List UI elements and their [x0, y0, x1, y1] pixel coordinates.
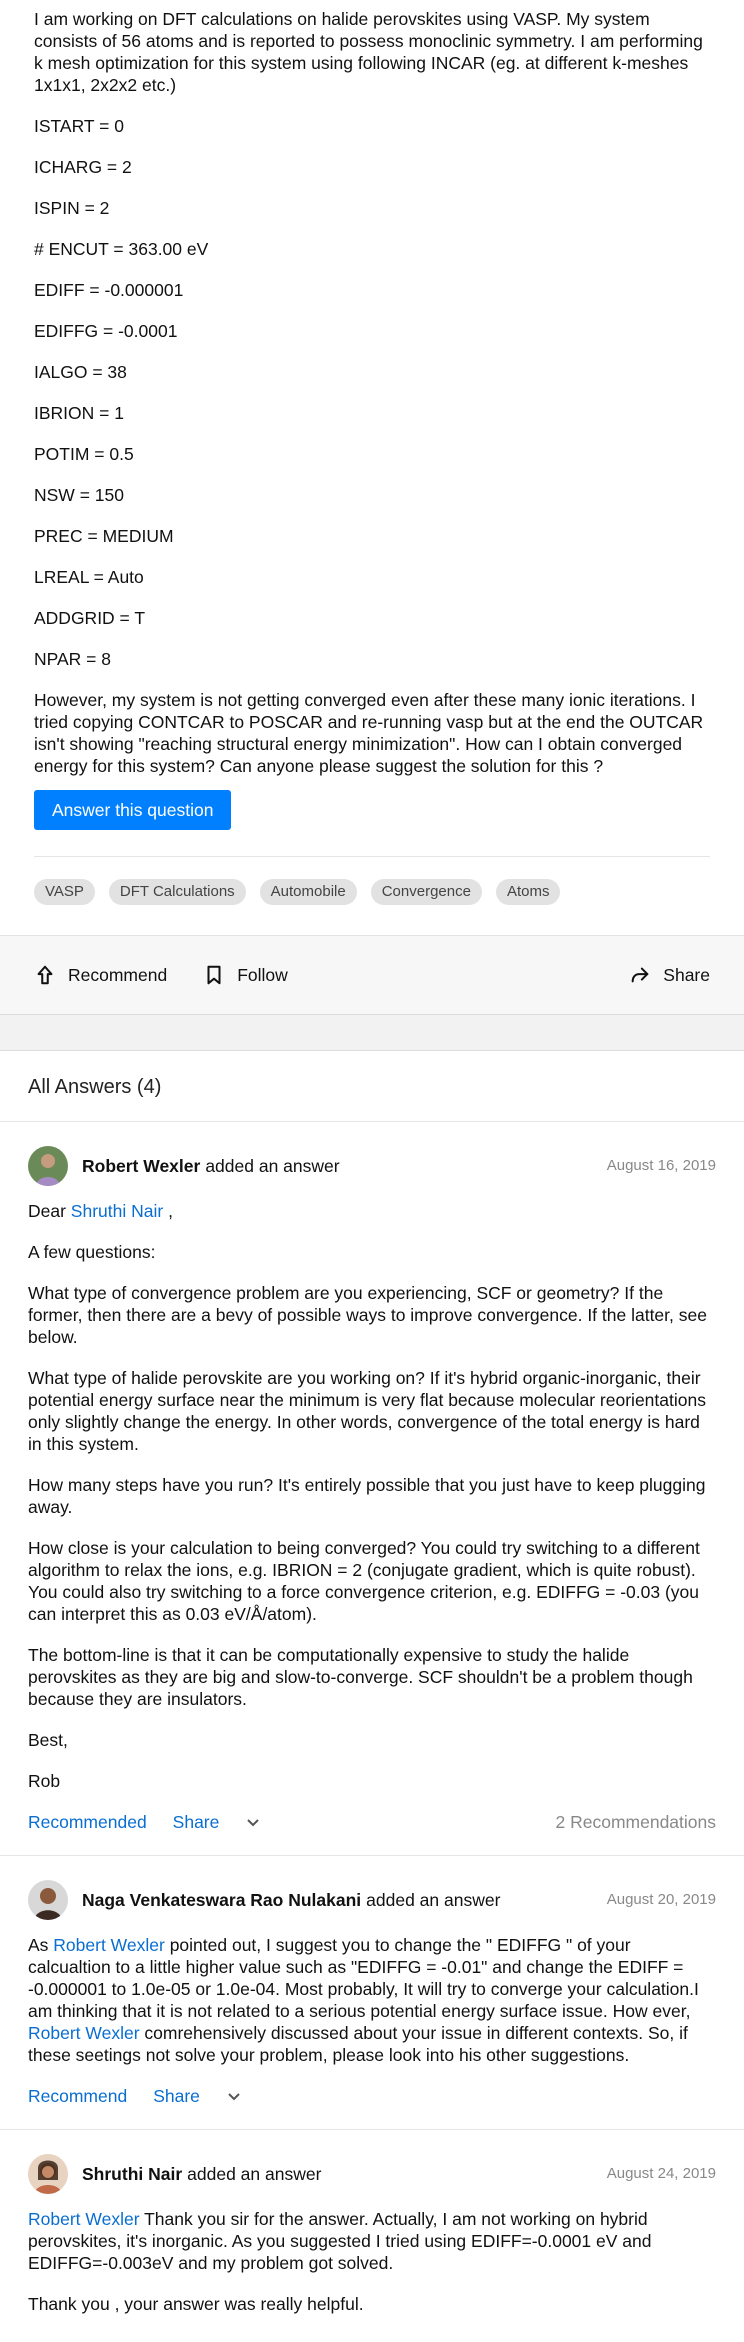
divider [34, 856, 710, 857]
answer-paragraph: The bottom-line is that it can be comput… [28, 1645, 693, 1709]
question-section: I am working on DFT calculations on hali… [0, 0, 744, 905]
answer-header: Robert Wexler added an answer August 16,… [28, 1146, 716, 1186]
topic-tag[interactable]: VASP [34, 879, 95, 905]
recommend-button[interactable]: Recommend [34, 964, 167, 986]
answer-paragraph: How many steps have you run? It's entire… [28, 1475, 706, 1517]
topic-tag[interactable]: Convergence [370, 879, 482, 905]
mention-link[interactable]: Robert Wexler [28, 2209, 140, 2229]
mention-link[interactable]: Robert Wexler [28, 2023, 140, 2043]
added-label: added an answer [366, 1890, 501, 1910]
mention-link[interactable]: Robert Wexler [53, 1935, 165, 1955]
answer-date: August 24, 2019 [606, 2165, 716, 2182]
chevron-down-icon[interactable] [245, 1814, 261, 1830]
added-label: added an answer [205, 1156, 340, 1176]
answer-actions: Recommended Share 2 Recommendations [28, 1811, 716, 1833]
incar-param: ISPIN = 2 [34, 198, 110, 218]
answers-header: All Answers (4) [0, 1051, 744, 1122]
answer-actions: Recommend Share [28, 2085, 716, 2107]
answer-header: Naga Venkateswara Rao Nulakani added an … [28, 1880, 716, 1920]
incar-param: PREC = MEDIUM [34, 526, 174, 546]
greeting-suffix: , [163, 1201, 173, 1221]
bookmark-icon [207, 965, 221, 985]
answer-date: August 16, 2019 [606, 1157, 716, 1174]
incar-param: NSW = 150 [34, 485, 124, 505]
text: As [28, 1935, 54, 1955]
incar-param: EDIFF = -0.000001 [34, 280, 184, 300]
incar-param: IBRION = 1 [34, 403, 124, 423]
avatar[interactable] [28, 1880, 68, 1920]
question-closing: However, my system is not getting conver… [34, 690, 704, 776]
answer-question-button[interactable]: Answer this question [34, 790, 232, 830]
topic-tag[interactable]: DFT Calculations [108, 879, 246, 905]
answer-body: Robert Wexler Thank you sir for the answ… [28, 2208, 716, 2274]
answer-paragraph: Best, [28, 1730, 68, 1750]
share-link[interactable]: Share [153, 2085, 200, 2107]
recommend-label: Recommend [68, 965, 168, 985]
answer-body: As Robert Wexler pointed out, I suggest … [28, 1934, 716, 2066]
mention-link[interactable]: Shruthi Nair [71, 1201, 163, 1221]
avatar[interactable] [28, 2154, 68, 2194]
incar-param: ICHARG = 2 [34, 157, 132, 177]
incar-param: LREAL = Auto [34, 567, 144, 587]
share-button[interactable]: Share [629, 964, 710, 986]
incar-params: ISTART = 0 ICHARG = 2 ISPIN = 2 # ENCUT = 3… [34, 115, 710, 670]
tag-list: VASP DFT Calculations Automobile Convergenc… [34, 879, 710, 905]
chevron-down-icon[interactable] [226, 2088, 242, 2104]
answer-paragraph: How close is your calculation to being c… [28, 1538, 700, 1624]
incar-param: ADDGRID = T [34, 608, 146, 628]
incar-param: POTIM = 0.5 [34, 444, 134, 464]
added-label: added an answer [187, 2164, 322, 2184]
incar-param: IALGO = 38 [34, 362, 127, 382]
incar-param: NPAR = 8 [34, 649, 111, 669]
author-name[interactable]: Shruthi Nair [82, 2163, 182, 2185]
incar-param: ISTART = 0 [34, 116, 124, 136]
answer-header: Shruthi Nair added an answer August 24, … [28, 2154, 716, 2194]
incar-param: # ENCUT = 363.00 eV [34, 239, 209, 259]
greeting: Dear Shruthi Nair , [28, 1200, 716, 1222]
recommendation-count[interactable]: 2 Recommendations [556, 1811, 717, 1833]
answer-paragraph: What type of halide perovskite are you w… [28, 1368, 706, 1454]
question-intro: I am working on DFT calculations on hali… [34, 9, 703, 95]
answer-item: Naga Venkateswara Rao Nulakani added an … [0, 1856, 744, 2130]
answer-paragraph: A few questions: [28, 1242, 156, 1262]
question-action-bar: Recommend Follow Share [0, 935, 744, 1015]
topic-tag[interactable]: Automobile [259, 879, 357, 905]
answer-item: Robert Wexler added an answer August 16,… [0, 1122, 744, 1856]
answer-paragraph: What type of convergence problem are you… [28, 1283, 707, 1347]
answer-body: A few questions: What type of convergence… [28, 1241, 716, 1792]
greeting-prefix: Dear [28, 1201, 71, 1221]
author-name[interactable]: Naga Venkateswara Rao Nulakani [82, 1889, 361, 1911]
topic-tag[interactable]: Atoms [495, 879, 561, 905]
answer-item: Shruthi Nair added an answer August 24, … [0, 2130, 744, 2342]
recommend-link[interactable]: Recommend [28, 2085, 127, 2107]
author-name[interactable]: Robert Wexler [82, 1155, 200, 1177]
recommended-button[interactable]: Recommended [28, 1811, 147, 1833]
answer-body-closing: Thank you , your answer was really helpf… [28, 2294, 364, 2314]
follow-label: Follow [237, 965, 288, 985]
avatar[interactable] [28, 1146, 68, 1186]
incar-param: EDIFFG = -0.0001 [34, 321, 178, 341]
share-label: Share [663, 965, 710, 985]
arrow-up-icon [37, 965, 53, 985]
follow-button[interactable]: Follow [203, 964, 288, 986]
share-arrow-icon [631, 967, 649, 983]
share-link[interactable]: Share [173, 1811, 220, 1833]
answer-date: August 20, 2019 [606, 1891, 716, 1908]
section-gap [0, 1015, 744, 1051]
answer-paragraph: Rob [28, 1771, 61, 1791]
